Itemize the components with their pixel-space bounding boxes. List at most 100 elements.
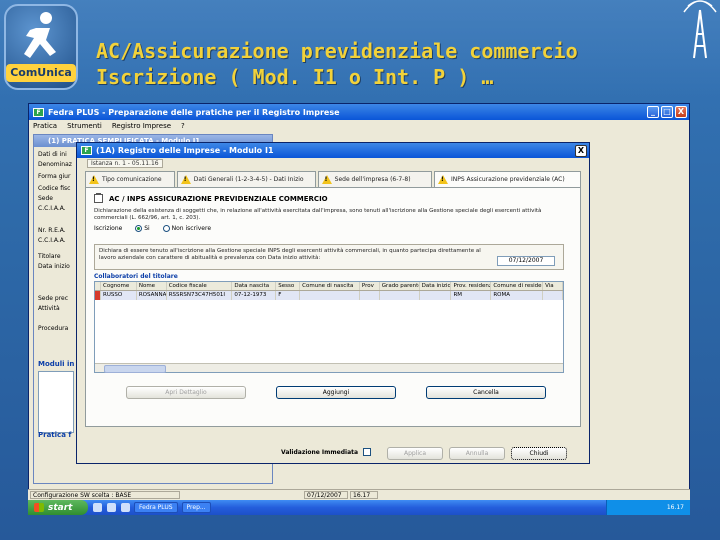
radio-label: Non iscrivere [171,225,212,232]
tab-sede-impresa[interactable]: Sede dell'impresa (6-7-8) [317,171,432,187]
task-fedra-plus[interactable]: Fedra PLUS [134,502,178,513]
tab-inps[interactable]: INPS Assicurazione previdenziale (AC) [433,171,581,187]
radio-si[interactable]: Si [132,225,150,232]
moduli-list[interactable] [38,371,74,433]
column-header[interactable]: Sesso [276,282,301,290]
status-config: Configurazione SW scelta : BASE [30,491,180,499]
annulla-button[interactable]: Annulla [449,447,505,460]
section-title: AC / INPS ASSICURAZIONE PREVIDENZIALE CO… [109,194,328,203]
data-inizio-field[interactable]: 07/12/2007 [497,256,555,266]
warning-icon [321,175,332,184]
radio-non-iscrivere[interactable]: Non iscrivere [160,225,211,232]
dialog-tabs: Tipo comunicazione Dati Generali (1-2-3-… [85,171,581,187]
column-header[interactable]: Nome [137,282,167,290]
column-header[interactable]: Prov [360,282,380,290]
menu-strumenti[interactable]: Strumenti [67,122,102,130]
radio-label: Si [144,225,150,232]
collaboratori-grid: Cognome Nome Codice fiscale Data nascita… [94,281,564,373]
left-label: Sede [38,195,53,202]
quicklaunch-icon[interactable] [93,503,102,512]
app-icon: F [33,107,44,117]
main-window-title: Fedra PLUS - Preparazione delle pratiche… [48,107,340,117]
antenna-icon [683,0,717,59]
iscrizione-radio-group: Iscrizione Si Non iscrivere [94,225,211,232]
table-cell: ROSANNA [138,291,167,300]
window-controls: _ □ X [647,106,689,118]
comunica-logo: ComUnica [4,4,78,90]
tab-label: Dati Generali (1-2-3-4-5) - Dati Inizio [193,176,304,183]
table-cell: 07-12-1973 [232,291,277,300]
validazione-label: Validazione Immediata [281,448,359,456]
runner-icon [24,12,56,58]
radio-button[interactable] [135,225,143,232]
chiudi-button[interactable]: Chiudi [511,447,567,460]
cancella-button[interactable]: Cancella [426,386,546,399]
maximize-button[interactable]: □ [661,106,673,118]
column-header[interactable]: Prov. residenza [451,282,492,290]
trash-icon[interactable] [94,193,103,203]
table-cell: RM [451,291,492,300]
quicklaunch-icon[interactable] [107,503,116,512]
left-label: Titolare [38,253,61,260]
menu-pratica[interactable]: Pratica [33,122,57,130]
section-header: AC / INPS ASSICURAZIONE PREVIDENZIALE CO… [94,193,328,203]
declaration-text: Dichiara di essere tenuto all'iscrizione… [99,248,481,261]
tab-label: Tipo comunicazione [102,176,162,183]
applica-button[interactable]: Applica [387,447,443,460]
apri-dettaglio-button[interactable]: Apri Dettaglio [126,386,246,399]
left-label: Nr. R.E.A. [38,227,66,234]
task-prep[interactable]: Prep... [181,502,211,513]
column-header[interactable]: Data inizio [420,282,452,290]
validazione-checkbox[interactable] [363,448,372,456]
dialog-titlebar: F (1A) Registro delle Imprese - Modulo I… [77,143,589,158]
start-button[interactable]: start [28,500,88,515]
table-cell [420,291,452,300]
grid-header: Cognome Nome Codice fiscale Data nascita… [95,282,563,291]
dialog-title: (1A) Registro delle Imprese - Modulo I1 [96,146,274,155]
tab-tipo-comunicazione[interactable]: Tipo comunicazione [85,171,175,187]
tab-dati-generali[interactable]: Dati Generali (1-2-3-4-5) - Dati Inizio [176,171,316,187]
table-cell [360,291,380,300]
section-description: Dichiarazione della esistenza di soggett… [94,208,542,221]
column-header[interactable]: Data nascita [232,282,277,290]
table-cell [300,291,360,300]
minimize-button[interactable]: _ [647,106,659,118]
table-row[interactable]: RUSSO ROSANNA RSSRSN73C47H501I 07-12-197… [95,291,563,300]
start-label: start [48,502,73,513]
column-header[interactable]: Comune di residenza [491,282,544,290]
validazione-toggle[interactable]: Validazione Immediata [281,448,372,456]
main-titlebar: F Fedra PLUS - Preparazione delle pratic… [29,104,689,120]
table-cell: RUSSO [101,291,137,300]
menu-registro-imprese[interactable]: Registro Imprese [112,122,171,130]
table-cell [380,291,420,300]
dialog-close-button[interactable]: X [575,144,587,157]
column-header[interactable]: Codice fiscale [167,282,233,290]
status-bar: Configurazione SW scelta : BASE 07/12/20… [28,489,690,500]
windows-logo-icon [34,503,44,512]
pratica-section: Pratica f [38,431,72,439]
aggiungi-button[interactable]: Aggiungi [276,386,396,399]
collaboratori-label: Collaboratori del titolare [94,273,178,280]
left-label: Data inizio [38,263,70,270]
inps-panel: AC / INPS ASSICURAZIONE PREVIDENZIALE CO… [85,187,581,427]
slide-title: AC/Assicurazione previdenziale commercio… [96,38,696,90]
column-header[interactable]: Via [543,282,563,290]
grid-horizontal-scrollbar[interactable] [95,363,563,373]
table-cell: F [276,291,301,300]
menu-help[interactable]: ? [181,122,185,130]
registro-imprese-dialog: F (1A) Registro delle Imprese - Modulo I… [76,142,590,464]
logo-text: ComUnica [6,64,76,82]
close-button[interactable]: X [675,106,687,118]
declaration-box: Dichiara di essere tenuto all'iscrizione… [94,244,564,270]
quicklaunch-icon[interactable] [121,503,130,512]
column-header[interactable]: Comune di nascita [300,282,360,290]
column-header[interactable]: Grado parentela [380,282,420,290]
radio-button[interactable] [162,225,170,232]
status-time: 16.17 [350,491,378,499]
column-header[interactable]: Cognome [101,282,137,290]
radio-group-label: Iscrizione [94,225,123,232]
system-tray: 16.17 [606,500,690,515]
dialog-app-icon: F [81,146,92,155]
left-label: Codice fisc [38,185,71,192]
slide-title-line2: Iscrizione ( Mod. I1 o Int. P ) … [96,65,494,89]
